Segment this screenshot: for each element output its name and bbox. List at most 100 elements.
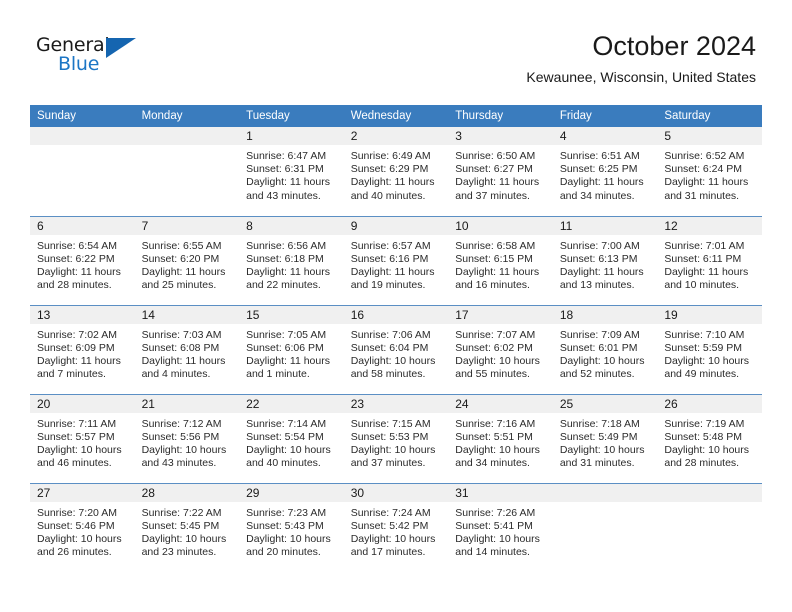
daylight-text-line1: Daylight: 10 hours — [664, 443, 750, 456]
sunrise-text: Sunrise: 7:20 AM — [37, 506, 117, 519]
sunset-text: Sunset: 6:04 PM — [350, 341, 429, 354]
calendar-day-cell[interactable]: 21 Sunrise: 7:12 AM Sunset: 5:56 PM Dayligh… — [134, 393, 240, 483]
calendar-day-cell[interactable]: 14 Sunrise: 7:03 AM Sunset: 6:08 PM Dayligh… — [134, 304, 240, 394]
calendar-day-cell[interactable]: 10 Sunrise: 6:58 AM Sunset: 6:15 PM Dayligh… — [448, 215, 553, 305]
day-number: 8 — [239, 216, 344, 235]
calendar-day-cell[interactable]: 18 Sunrise: 7:09 AM Sunset: 6:01 PM Dayligh… — [552, 304, 658, 394]
sunset-text: Sunset: 5:56 PM — [141, 430, 220, 443]
day-number: 30 — [343, 483, 449, 502]
calendar-day-cell[interactable]: 24 Sunrise: 7:16 AM Sunset: 5:51 PM Dayligh… — [448, 393, 553, 483]
sunrise-text: Sunrise: 7:03 AM — [141, 328, 222, 341]
day-number: 27 — [30, 483, 135, 502]
calendar-day-cell[interactable]: 12 Sunrise: 7:01 AM Sunset: 6:11 PM Dayligh… — [657, 215, 762, 305]
daylight-text-line1: Daylight: 11 hours — [141, 354, 226, 367]
daylight-text-line1: Daylight: 10 hours — [664, 354, 750, 367]
daylight-text-line2: and 23 minutes. — [141, 546, 217, 559]
calendar-day-cell[interactable]: 19 Sunrise: 7:10 AM Sunset: 5:59 PM Dayligh… — [657, 304, 762, 394]
calendar-day-cell[interactable]: 28 Sunrise: 7:22 AM Sunset: 5:45 PM Dayligh… — [134, 482, 240, 572]
sunrise-text: Sunrise: 6:54 AM — [37, 239, 117, 252]
daylight-text-line2: and 17 minutes. — [350, 546, 426, 559]
day-details: Sunrise: 6:55 AM Sunset: 6:20 PM Daylight:… — [135, 235, 240, 293]
daylight-text-line2: and 10 minutes. — [664, 279, 740, 292]
title-block: October 2024 Kewaunee, Wisconsin, United… — [526, 30, 756, 87]
calendar-day-cell[interactable]: 25 Sunrise: 7:18 AM Sunset: 5:49 PM Dayligh… — [552, 393, 658, 483]
day-details: Sunrise: 6:57 AM Sunset: 6:16 PM Daylight:… — [344, 235, 449, 293]
calendar-day-cell[interactable]: 4 Sunrise: 6:51 AM Sunset: 6:25 PM Daylight… — [552, 127, 658, 216]
calendar-day-cell[interactable]: 5 Sunrise: 6:52 AM Sunset: 6:24 PM Daylight… — [657, 127, 762, 216]
day-number: 17 — [448, 305, 553, 324]
daylight-text-line2: and 1 minute. — [246, 368, 310, 381]
sunset-text: Sunset: 5:51 PM — [455, 430, 533, 443]
calendar-day-cell[interactable]: 7 Sunrise: 6:55 AM Sunset: 6:20 PM Daylight… — [134, 215, 240, 305]
sunset-text: Sunset: 5:42 PM — [350, 519, 429, 532]
sunset-text: Sunset: 6:25 PM — [559, 163, 638, 176]
daylight-text-line1: Daylight: 10 hours — [455, 532, 540, 545]
day-details: Sunrise: 6:58 AM Sunset: 6:15 PM Daylight:… — [448, 235, 553, 293]
sunset-text: Sunset: 6:20 PM — [141, 252, 220, 265]
sunrise-text: Sunrise: 7:07 AM — [455, 328, 536, 341]
calendar-day-cell[interactable]: 11 Sunrise: 7:00 AM Sunset: 6:13 PM Dayligh… — [552, 215, 658, 305]
day-number: 15 — [239, 305, 344, 324]
day-details: Sunrise: 7:24 AM Sunset: 5:42 PM Daylight:… — [344, 502, 449, 560]
calendar-day-cell[interactable]: 27 Sunrise: 7:20 AM Sunset: 5:46 PM Dayligh… — [30, 482, 135, 572]
sunset-text: Sunset: 6:31 PM — [246, 163, 324, 176]
calendar-day-cell[interactable]: 29 Sunrise: 7:23 AM Sunset: 5:43 PM Dayligh… — [239, 482, 344, 572]
calendar-day-cell[interactable]: 23 Sunrise: 7:15 AM Sunset: 5:53 PM Dayligh… — [343, 393, 449, 483]
calendar-day-cell[interactable]: 26 Sunrise: 7:19 AM Sunset: 5:48 PM Dayligh… — [657, 393, 762, 483]
sunrise-text: Sunrise: 7:12 AM — [141, 417, 222, 430]
daylight-text-line1: Daylight: 11 hours — [37, 265, 121, 278]
daylight-text-line2: and 4 minutes. — [141, 368, 211, 381]
sunset-text: Sunset: 5:53 PM — [350, 430, 429, 443]
general-blue-logo[interactable]: General Blue — [36, 34, 156, 82]
sunset-text: Sunset: 5:41 PM — [455, 519, 533, 532]
calendar-day-cell[interactable]: 13 Sunrise: 7:02 AM Sunset: 6:09 PM Dayligh… — [30, 304, 135, 394]
day-number: 23 — [343, 394, 449, 413]
calendar-day-cell[interactable]: 17 Sunrise: 7:07 AM Sunset: 6:02 PM Dayligh… — [448, 304, 553, 394]
weekday-header-thursday: Thursday — [448, 105, 553, 127]
sunrise-text: Sunrise: 7:26 AM — [455, 506, 536, 519]
calendar-day-cell[interactable]: 15 Sunrise: 7:05 AM Sunset: 6:06 PM Dayligh… — [239, 304, 344, 394]
daylight-text-line2: and 52 minutes. — [559, 368, 635, 381]
day-number: 7 — [134, 216, 240, 235]
calendar-day-cell[interactable]: 20 Sunrise: 7:11 AM Sunset: 5:57 PM Dayligh… — [30, 393, 135, 483]
daylight-text-line1: Daylight: 10 hours — [455, 443, 540, 456]
day-details: Sunrise: 6:47 AM Sunset: 6:31 PM Daylight:… — [239, 145, 344, 203]
day-details: Sunrise: 7:09 AM Sunset: 6:01 PM Daylight:… — [553, 324, 658, 382]
sunset-text: Sunset: 6:09 PM — [37, 341, 115, 354]
calendar-cell-empty — [134, 127, 240, 216]
calendar-day-cell[interactable]: 2 Sunrise: 6:49 AM Sunset: 6:29 PM Daylight… — [343, 127, 449, 216]
sunrise-text: Sunrise: 6:47 AM — [246, 150, 327, 162]
daylight-text-line2: and 34 minutes. — [455, 457, 530, 470]
calendar-day-cell[interactable]: 31 Sunrise: 7:26 AM Sunset: 5:41 PM Dayligh… — [448, 482, 553, 572]
calendar-day-cell[interactable]: 22 Sunrise: 7:14 AM Sunset: 5:54 PM Dayligh… — [239, 393, 344, 483]
daylight-text-line2: and 55 minutes. — [455, 368, 530, 381]
daylight-text-line1: Daylight: 11 hours — [455, 265, 540, 278]
calendar-day-cell[interactable]: 1 Sunrise: 6:47 AM Sunset: 6:31 PM Daylight… — [239, 127, 344, 216]
calendar-day-cell[interactable]: 6 Sunrise: 6:54 AM Sunset: 6:22 PM Daylight… — [30, 215, 135, 305]
calendar-day-cell[interactable]: 9 Sunrise: 6:57 AM Sunset: 6:16 PM Daylight… — [343, 215, 449, 305]
sunrise-text: Sunrise: 7:05 AM — [246, 328, 327, 341]
daylight-text-line2: and 46 minutes. — [37, 457, 112, 470]
daylight-text-line2: and 58 minutes. — [350, 368, 426, 381]
calendar-week-row: 13 Sunrise: 7:02 AM Sunset: 6:09 PM Dayligh… — [30, 304, 762, 394]
sunrise-text: Sunrise: 7:02 AM — [37, 328, 117, 341]
day-number: 29 — [239, 483, 344, 502]
day-number: 13 — [30, 305, 135, 324]
calendar-day-cell[interactable]: 8 Sunrise: 6:56 AM Sunset: 6:18 PM Daylight… — [239, 215, 344, 305]
day-number: 2 — [343, 127, 449, 145]
day-number: 25 — [552, 394, 658, 413]
daylight-text-line1: Daylight: 10 hours — [559, 354, 645, 367]
day-details: Sunrise: 7:20 AM Sunset: 5:46 PM Daylight:… — [30, 502, 135, 560]
calendar-day-cell[interactable]: 3 Sunrise: 6:50 AM Sunset: 6:27 PM Daylight… — [448, 127, 553, 216]
day-number: 24 — [448, 394, 553, 413]
daylight-text-line1: Daylight: 11 hours — [664, 176, 749, 189]
sunset-text: Sunset: 6:16 PM — [350, 252, 429, 265]
daylight-text-line2: and 31 minutes. — [664, 189, 740, 202]
calendar-day-cell[interactable]: 30 Sunrise: 7:24 AM Sunset: 5:42 PM Dayligh… — [343, 482, 449, 572]
daylight-text-line1: Daylight: 10 hours — [350, 443, 436, 456]
weekday-header-tuesday: Tuesday — [239, 105, 344, 127]
daylight-text-line1: Daylight: 11 hours — [559, 176, 644, 189]
daylight-text-line2: and 13 minutes. — [559, 279, 635, 292]
calendar-day-cell[interactable]: 16 Sunrise: 7:06 AM Sunset: 6:04 PM Dayligh… — [343, 304, 449, 394]
day-details: Sunrise: 7:26 AM Sunset: 5:41 PM Daylight:… — [448, 502, 553, 560]
